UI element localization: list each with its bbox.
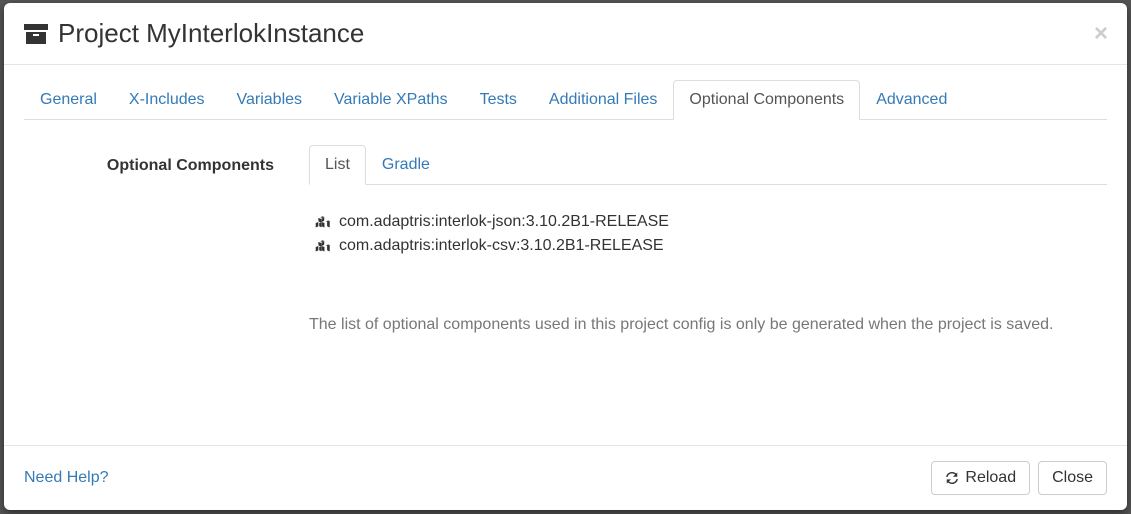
- reload-button[interactable]: Reload: [931, 461, 1030, 495]
- component-list: com.adaptris:interlok-json:3.10.2B1-RELE…: [309, 185, 1107, 258]
- project-modal: Project MyInterlokInstance × General X-I…: [4, 3, 1127, 510]
- close-button[interactable]: Close: [1038, 461, 1107, 495]
- sub-tab-gradle-label: Gradle: [366, 145, 446, 185]
- footer-buttons: Reload Close: [931, 461, 1107, 495]
- section-body: List Gradle com.adaptris:interlok-json:3…: [309, 145, 1107, 337]
- modal-header: Project MyInterlokInstance ×: [4, 3, 1127, 65]
- tab-general-label: General: [24, 80, 113, 120]
- tab-additional-files-label: Additional Files: [533, 80, 674, 120]
- cubes-icon: [314, 239, 331, 253]
- tab-general[interactable]: General: [24, 80, 113, 120]
- tab-variables[interactable]: Variables: [221, 80, 319, 120]
- tab-content: Optional Components List Gradle com.adap…: [24, 120, 1107, 337]
- modal-body: General X-Includes Variables Variable XP…: [4, 65, 1127, 445]
- tab-variables-label: Variables: [221, 80, 319, 120]
- component-text: com.adaptris:interlok-csv:3.10.2B1-RELEA…: [339, 234, 664, 258]
- cubes-icon: [314, 215, 331, 229]
- list-item: com.adaptris:interlok-json:3.10.2B1-RELE…: [314, 210, 1107, 234]
- tab-variable-xpaths[interactable]: Variable XPaths: [318, 80, 464, 120]
- tab-variable-xpaths-label: Variable XPaths: [318, 80, 464, 120]
- tab-optional-components-label: Optional Components: [673, 80, 860, 120]
- section-heading: Optional Components: [24, 145, 289, 337]
- reload-button-label: Reload: [965, 469, 1016, 487]
- tab-tests[interactable]: Tests: [464, 80, 533, 120]
- tab-optional-components[interactable]: Optional Components: [673, 80, 860, 120]
- tab-tests-label: Tests: [464, 80, 533, 120]
- modal-title-text: Project MyInterlokInstance: [58, 18, 364, 49]
- tab-x-includes[interactable]: X-Includes: [113, 80, 221, 120]
- note-text: The list of optional components used in …: [309, 313, 1107, 337]
- sub-tab-list-label: List: [309, 145, 366, 185]
- sub-tabs: List Gradle: [309, 145, 1107, 185]
- need-help-link[interactable]: Need Help?: [24, 469, 109, 487]
- sub-tab-list[interactable]: List: [309, 145, 366, 185]
- modal-title: Project MyInterlokInstance: [24, 18, 364, 49]
- archive-icon: [24, 24, 48, 44]
- main-tabs: General X-Includes Variables Variable XP…: [24, 80, 1107, 120]
- tab-additional-files[interactable]: Additional Files: [533, 80, 674, 120]
- modal-footer: Need Help? Reload Close: [4, 445, 1127, 510]
- close-icon[interactable]: ×: [1090, 22, 1112, 46]
- sub-tab-gradle[interactable]: Gradle: [366, 145, 446, 185]
- tab-advanced[interactable]: Advanced: [860, 80, 963, 120]
- tab-x-includes-label: X-Includes: [113, 80, 221, 120]
- component-text: com.adaptris:interlok-json:3.10.2B1-RELE…: [339, 210, 669, 234]
- close-button-label: Close: [1052, 469, 1093, 487]
- list-item: com.adaptris:interlok-csv:3.10.2B1-RELEA…: [314, 234, 1107, 258]
- tab-advanced-label: Advanced: [860, 80, 963, 120]
- refresh-icon: [945, 471, 959, 485]
